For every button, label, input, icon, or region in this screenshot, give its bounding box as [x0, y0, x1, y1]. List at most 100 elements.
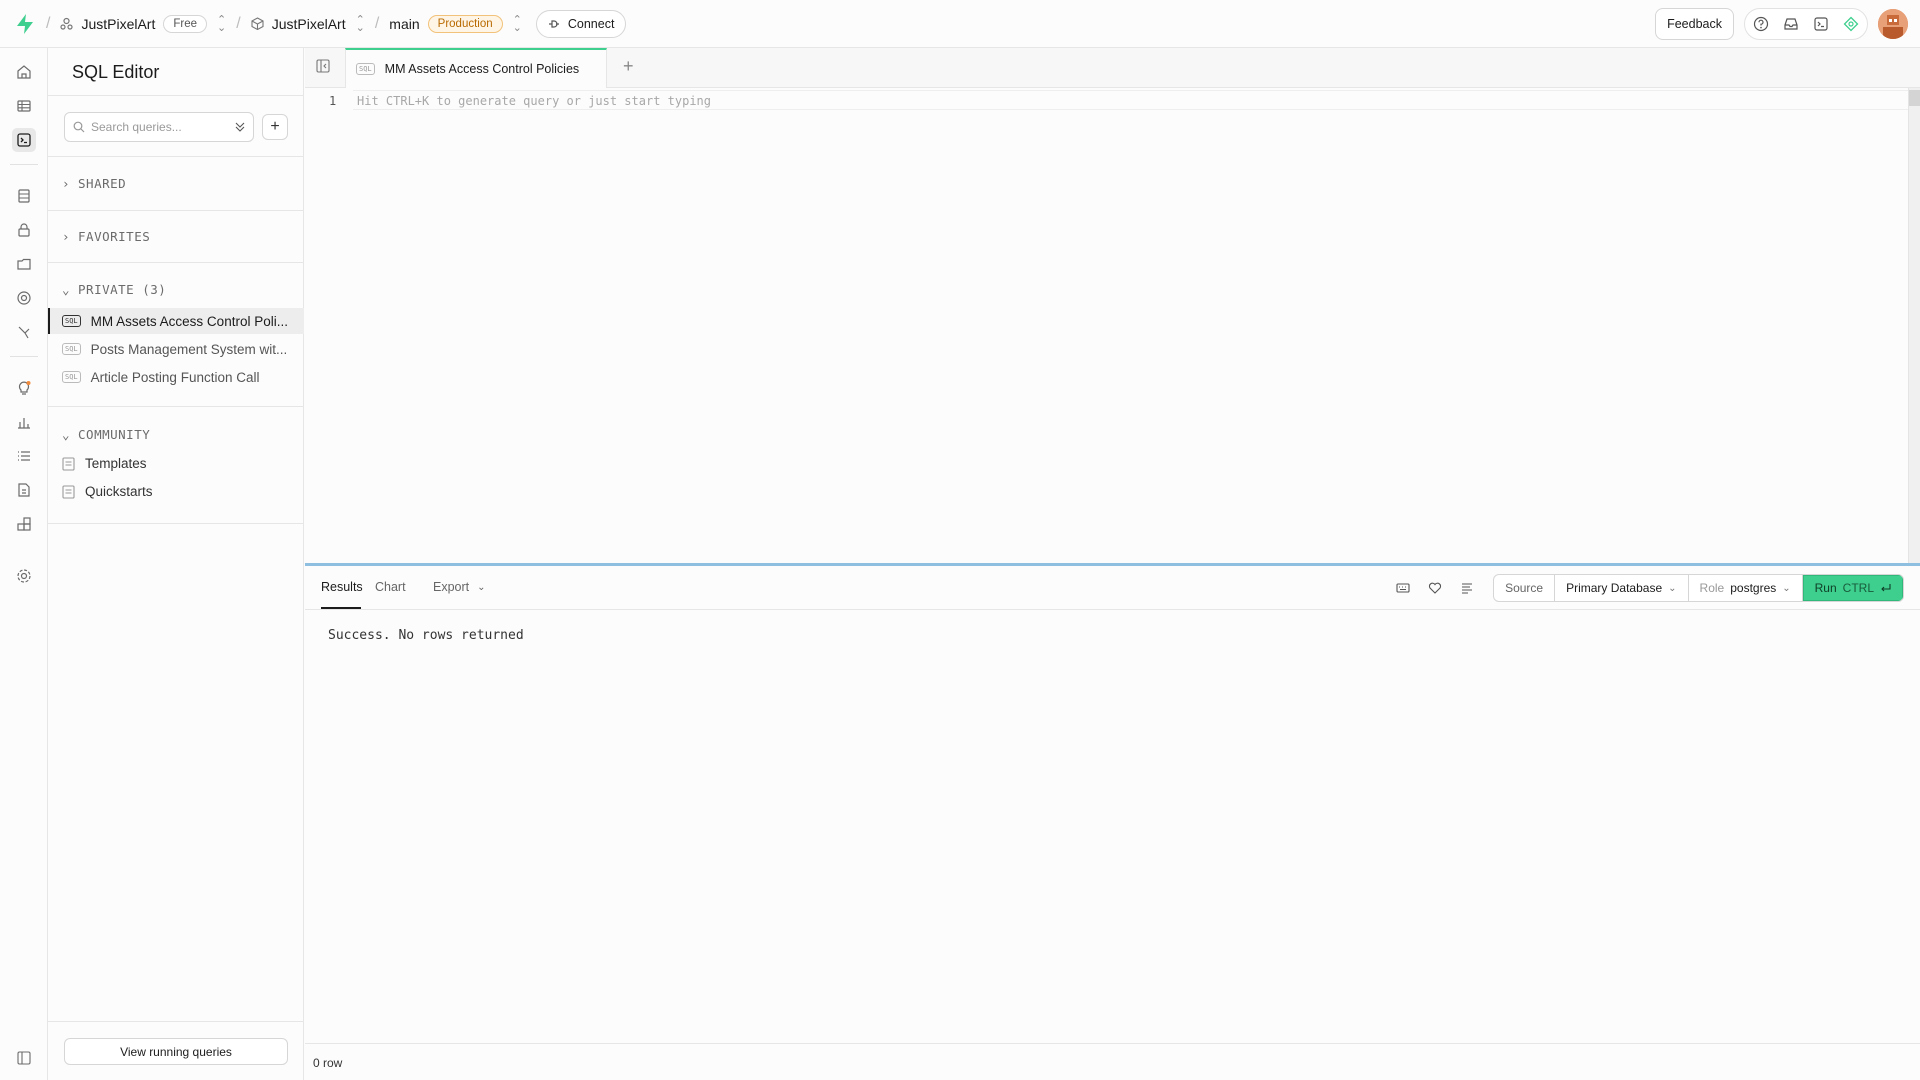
- chevron-down-icon: ⌄: [1668, 582, 1677, 594]
- storage-icon[interactable]: [12, 252, 36, 276]
- project-switcher-chevron-icon[interactable]: ⌃ ⌄: [356, 14, 365, 33]
- editor-placeholder[interactable]: Hit CTRL+K to generate query or just sta…: [357, 94, 711, 108]
- query-item-label: Posts Management System wit...: [90, 341, 288, 357]
- org-name[interactable]: JustPixelArt: [81, 16, 155, 32]
- org-switcher-chevron-icon[interactable]: ⌃ ⌄: [217, 14, 226, 33]
- divider: [48, 210, 304, 211]
- section-shared[interactable]: › SHARED: [62, 176, 126, 191]
- query-item[interactable]: SQL Article Posting Function Call: [48, 364, 304, 390]
- branch-breadcrumb[interactable]: main Production: [389, 14, 503, 33]
- new-query-button[interactable]: +: [262, 114, 288, 140]
- code-editor[interactable]: 1 Hit CTRL+K to generate query or just s…: [305, 88, 1920, 563]
- feedback-button[interactable]: Feedback: [1655, 8, 1734, 40]
- advisors-lightbulb-icon[interactable]: [12, 376, 36, 400]
- plug-icon: [548, 18, 560, 30]
- edge-functions-icon[interactable]: [12, 320, 36, 344]
- run-shortcut: CTRL: [1842, 581, 1874, 595]
- terminal-icon[interactable]: [1813, 16, 1829, 32]
- document-icon: [62, 456, 75, 471]
- connect-label: Connect: [567, 16, 615, 31]
- section-private-label: PRIVATE (3): [78, 282, 167, 297]
- inbox-icon[interactable]: [1783, 16, 1799, 32]
- divider: [48, 1021, 304, 1022]
- chevron-down-icon: ⌄: [1782, 582, 1791, 594]
- branch-switcher-chevron-icon[interactable]: ⌃ ⌄: [513, 14, 522, 33]
- cube-icon: [251, 17, 264, 30]
- breadcrumb-separator: /: [236, 14, 241, 32]
- run-controls: Source Primary Database ⌄ Role postgres …: [1493, 574, 1904, 602]
- org-breadcrumb[interactable]: JustPixelArt Free: [60, 14, 208, 33]
- database-value: Primary Database: [1566, 581, 1663, 595]
- section-private[interactable]: ⌄ PRIVATE (3): [62, 282, 166, 297]
- editor-scrollbar[interactable]: [1908, 88, 1920, 563]
- section-community-label: COMMUNITY: [78, 427, 151, 442]
- export-dropdown[interactable]: Export ⌄: [433, 580, 486, 594]
- sql-editor-icon[interactable]: [12, 128, 36, 152]
- row-count: 0 row: [313, 1056, 343, 1070]
- section-community[interactable]: ⌄ COMMUNITY: [62, 427, 150, 442]
- sidebar-toggle-icon[interactable]: [12, 1046, 36, 1070]
- project-breadcrumb[interactable]: JustPixelArt: [251, 16, 346, 32]
- chevron-right-icon: ›: [62, 229, 71, 244]
- community-item-templates[interactable]: Templates: [62, 456, 147, 471]
- org-icon: [60, 17, 74, 30]
- project-name[interactable]: JustPixelArt: [272, 16, 346, 32]
- tab-label: MM Assets Access Control Policies: [384, 62, 580, 76]
- new-tab-plus-icon[interactable]: +: [623, 56, 634, 77]
- scrollbar-thumb[interactable]: [1909, 90, 1920, 106]
- home-icon[interactable]: [12, 60, 36, 84]
- branch-name[interactable]: main: [389, 16, 419, 32]
- connect-button[interactable]: Connect: [535, 9, 627, 38]
- header-icon-group: [1744, 8, 1868, 40]
- editor-tab-bar: SQL MM Assets Access Control Policies +: [305, 48, 1920, 88]
- api-docs-icon[interactable]: [12, 478, 36, 502]
- view-running-queries-button[interactable]: View running queries: [64, 1038, 288, 1065]
- rail-divider: [10, 164, 38, 165]
- keyboard-icon[interactable]: [1387, 581, 1419, 595]
- heart-icon[interactable]: [1419, 581, 1451, 595]
- auth-lock-icon[interactable]: [12, 218, 36, 242]
- results-footer: 0 row: [305, 1043, 1920, 1080]
- plan-badge: Free: [163, 14, 208, 33]
- community-item-quickstarts[interactable]: Quickstarts: [62, 484, 153, 499]
- page-title: SQL Editor: [72, 62, 160, 82]
- results-tools: Source Primary Database ⌄ Role postgres …: [1387, 574, 1904, 602]
- query-item[interactable]: SQL MM Assets Access Control Poli...: [48, 308, 304, 334]
- assistant-icon[interactable]: [1843, 16, 1859, 32]
- section-favorites-label: FAVORITES: [78, 229, 151, 244]
- database-selector[interactable]: Primary Database ⌄: [1555, 575, 1689, 601]
- format-align-icon[interactable]: [1451, 581, 1483, 595]
- search-queries-field[interactable]: Search queries...: [64, 112, 254, 142]
- top-bar: / JustPixelArt Free ⌃ ⌄ / JustPixelArt ⌃ ⌄…: [0, 0, 1920, 48]
- tab-active-query[interactable]: SQL MM Assets Access Control Policies: [345, 48, 607, 88]
- collapse-sidebar-icon[interactable]: [315, 58, 331, 74]
- query-item[interactable]: SQL Posts Management System wit...: [48, 336, 304, 362]
- section-favorites[interactable]: › FAVORITES: [62, 229, 150, 244]
- table-editor-icon[interactable]: [12, 94, 36, 118]
- sql-file-icon: SQL: [62, 343, 81, 355]
- divider: [48, 406, 304, 407]
- user-avatar[interactable]: [1878, 9, 1908, 39]
- search-input[interactable]: Search queries...: [91, 120, 182, 134]
- breadcrumb-separator: /: [46, 14, 51, 32]
- run-label: Run: [1814, 581, 1837, 595]
- run-button[interactable]: Run CTRL: [1802, 575, 1903, 601]
- logs-list-icon[interactable]: [12, 444, 36, 468]
- settings-gear-icon[interactable]: [12, 564, 36, 588]
- filter-chevron-icon[interactable]: [235, 121, 245, 133]
- reports-chart-icon[interactable]: [12, 410, 36, 434]
- query-item-label: Article Posting Function Call: [90, 369, 260, 385]
- line-number: 1: [329, 94, 337, 108]
- chevron-right-icon: ›: [62, 176, 71, 191]
- tab-chart[interactable]: Chart: [375, 580, 406, 594]
- integrations-icon[interactable]: [12, 512, 36, 536]
- database-icon[interactable]: [12, 184, 36, 208]
- supabase-logo-icon[interactable]: [14, 13, 36, 35]
- role-selector[interactable]: Role postgres ⌄: [1689, 575, 1803, 601]
- realtime-icon[interactable]: [12, 286, 36, 310]
- sql-file-icon: SQL: [62, 315, 81, 327]
- source-label: Source: [1494, 575, 1556, 601]
- divider: [48, 262, 304, 263]
- help-icon[interactable]: [1753, 16, 1769, 32]
- tab-results[interactable]: Results: [321, 580, 363, 594]
